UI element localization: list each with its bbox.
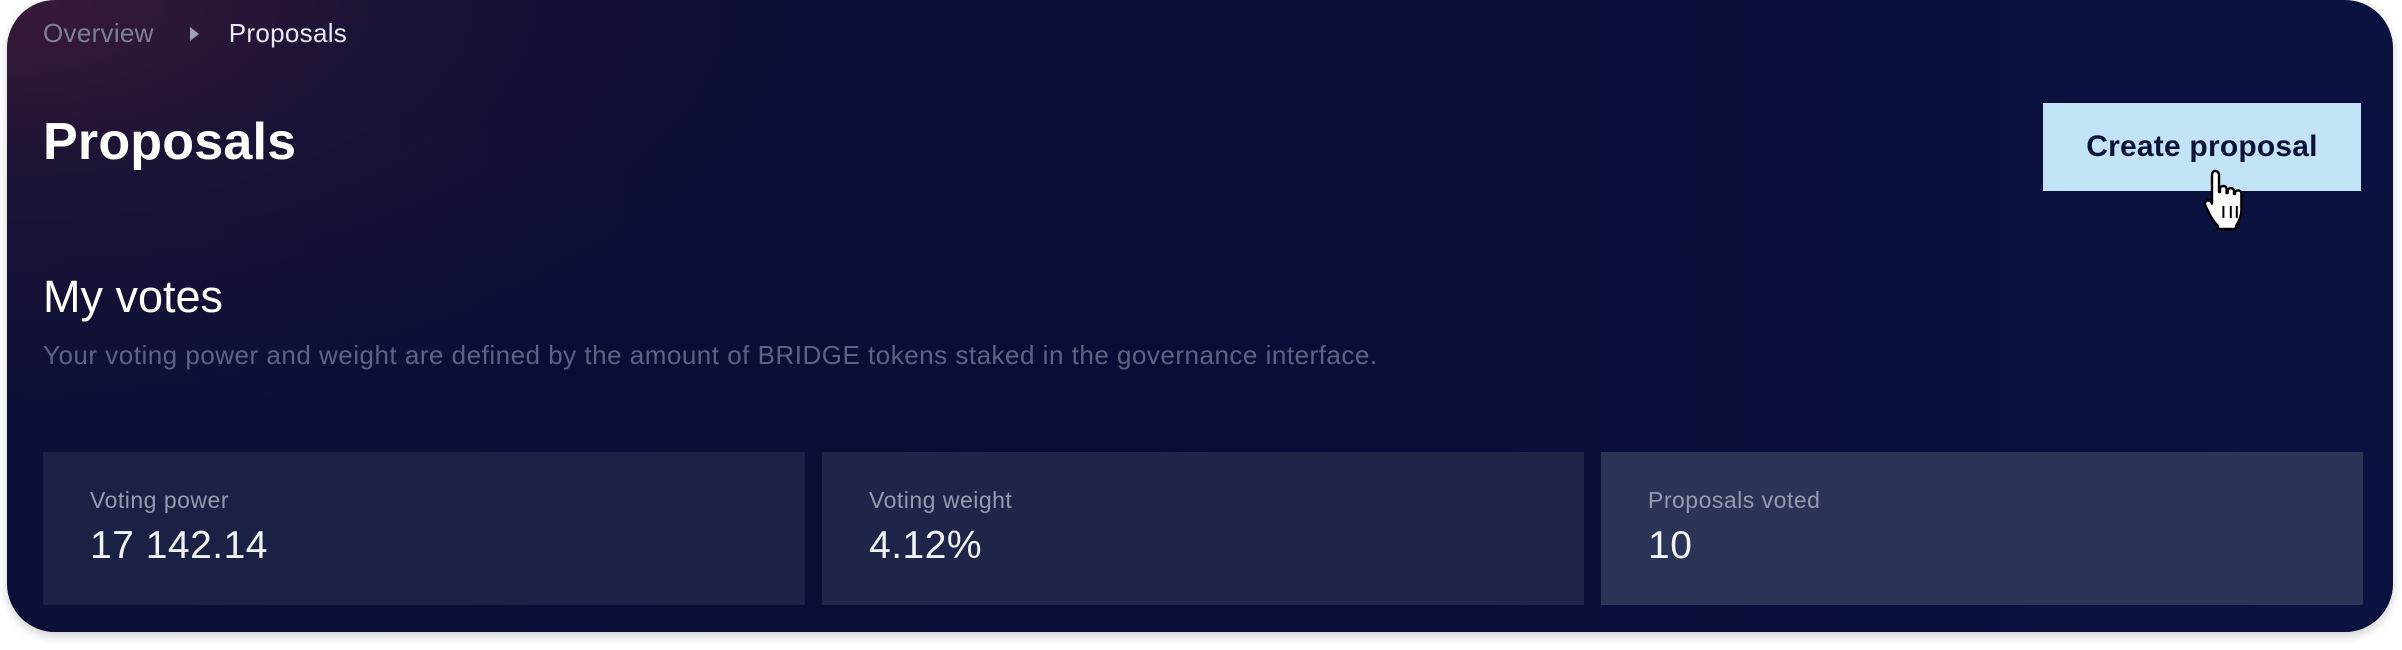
stat-label: Proposals voted bbox=[1648, 487, 1821, 513]
breadcrumb-item-overview[interactable]: Overview bbox=[43, 18, 154, 49]
stat-value: 4.12% bbox=[869, 524, 983, 567]
breadcrumb: Overview Proposals bbox=[43, 18, 347, 49]
proposals-panel: Overview Proposals Proposals Create prop… bbox=[7, 0, 2393, 632]
stat-label: Voting power bbox=[90, 487, 229, 513]
my-votes-description: Your voting power and weight are defined… bbox=[43, 340, 1378, 370]
stat-label: Voting weight bbox=[869, 487, 1013, 513]
my-votes-title: My votes bbox=[43, 271, 224, 322]
pointer-hand-icon bbox=[2203, 169, 2243, 231]
page-title: Proposals bbox=[43, 113, 297, 171]
stat-card-voting-weight: Voting weight 4.12% bbox=[822, 452, 1584, 605]
breadcrumb-item-proposals: Proposals bbox=[228, 18, 348, 48]
stats-row: Voting power 17 142.14 Voting weight 4.1… bbox=[43, 452, 2363, 605]
stat-value: 10 bbox=[1648, 524, 1693, 567]
stat-value: 17 142.14 bbox=[90, 524, 269, 567]
stat-card-proposals-voted: Proposals voted 10 bbox=[1601, 452, 2363, 605]
stat-card-voting-power: Voting power 17 142.14 bbox=[43, 452, 805, 605]
caret-right-icon bbox=[189, 26, 199, 41]
create-proposal-button[interactable]: Create proposal bbox=[2043, 103, 2361, 191]
